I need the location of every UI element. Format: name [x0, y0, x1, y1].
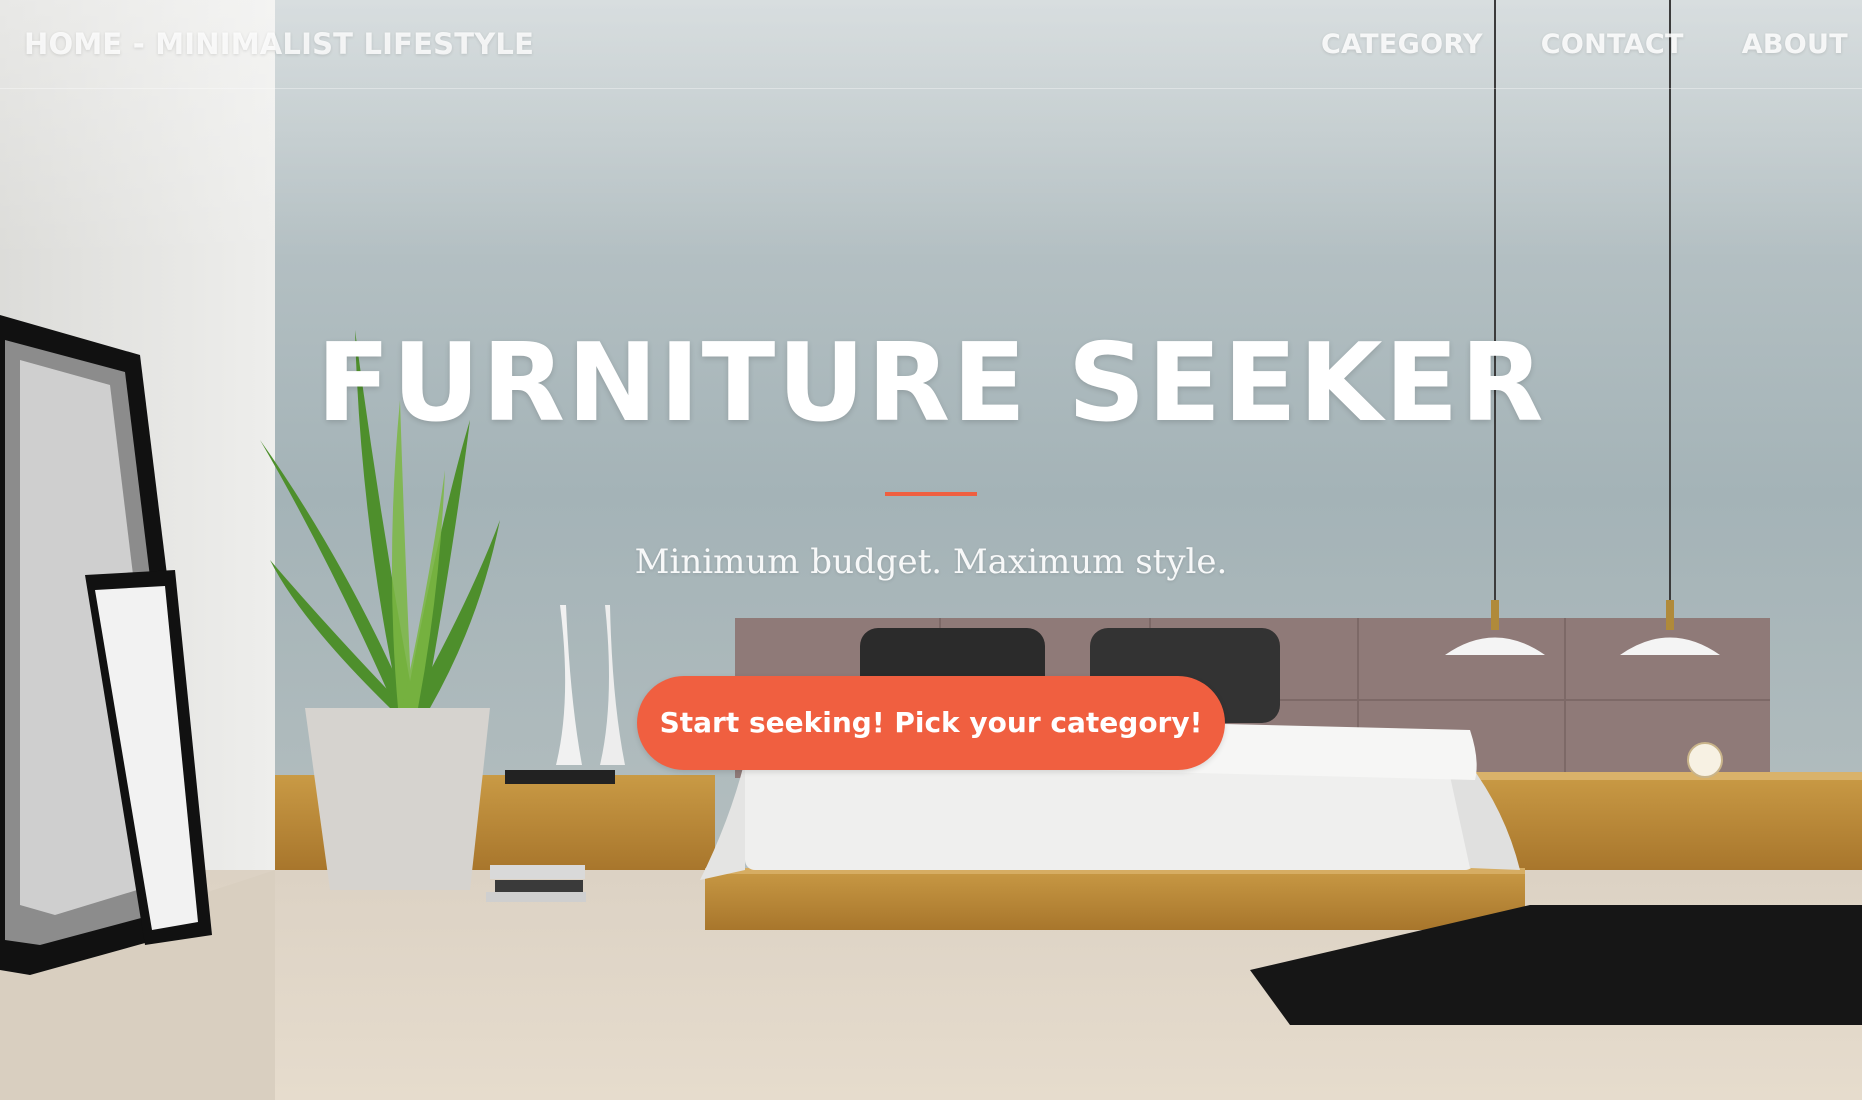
hero-section: HOME - MINIMALIST LIFESTYLE CATEGORY CON…	[0, 0, 1862, 1100]
nav-link-about[interactable]: ABOUT	[1742, 29, 1848, 60]
nav-link-category[interactable]: CATEGORY	[1321, 29, 1483, 60]
hero-title: FURNITURE SEEKER	[316, 321, 1546, 446]
start-seeking-button[interactable]: Start seeking! Pick your category!	[637, 676, 1225, 770]
home-brand-link[interactable]: HOME - MINIMALIST LIFESTYLE	[24, 27, 534, 61]
title-divider	[885, 492, 977, 496]
nav-link-contact[interactable]: CONTACT	[1541, 29, 1684, 60]
top-navbar: HOME - MINIMALIST LIFESTYLE CATEGORY CON…	[0, 0, 1862, 89]
hero-content: FURNITURE SEEKER Minimum budget. Maximum…	[0, 330, 1862, 770]
hero-tagline: Minimum budget. Maximum style.	[634, 542, 1228, 582]
nav-links: CATEGORY CONTACT ABOUT	[1321, 29, 1848, 60]
